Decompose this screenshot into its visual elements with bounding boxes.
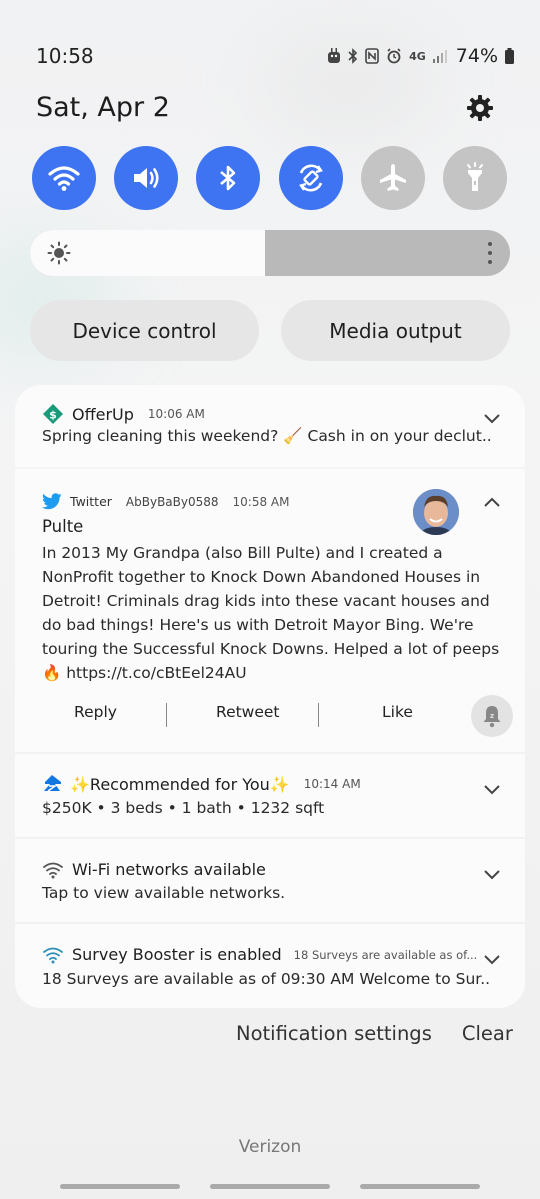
battery-percent: 74% <box>455 45 498 67</box>
notification-actions: Reply Retweet Like z <box>15 695 525 737</box>
clock: 10:58 <box>36 44 94 68</box>
notification-survey-booster[interactable]: Survey Booster is enabled 18 Surveys are… <box>15 924 525 1008</box>
notification-footer: Notification settings Clear <box>236 1022 513 1045</box>
notification-app-name: Twitter <box>70 494 112 509</box>
network-type: 4G <box>409 49 426 63</box>
reply-button[interactable]: Reply <box>74 703 117 721</box>
notification-app-name: Survey Booster is enabled <box>72 945 282 964</box>
zillow-icon <box>44 775 61 792</box>
collapse-chevron-icon[interactable] <box>483 497 501 509</box>
twitter-bird-icon <box>42 493 62 510</box>
avatar <box>413 489 459 535</box>
carrier-label: Verizon <box>238 1137 302 1157</box>
navigation-bar <box>0 1184 540 1192</box>
notification-time: 10:58 AM <box>232 494 290 509</box>
nav-handle[interactable] <box>60 1184 180 1189</box>
notification-twitter[interactable]: Twitter AbByBaBy0588 10:58 AM Pulte In 2… <box>15 469 525 752</box>
expand-chevron-icon[interactable] <box>483 412 501 424</box>
status-bar: 10:58 4G 74% <box>36 40 514 72</box>
media-output-button[interactable]: Media output <box>281 300 510 361</box>
svg-text:$: $ <box>49 409 57 422</box>
wifi-icon <box>48 166 80 191</box>
airplane-icon <box>379 164 406 191</box>
divider <box>318 703 319 727</box>
expand-chevron-icon[interactable] <box>483 868 501 880</box>
offerup-icon: $ <box>43 404 63 424</box>
notification-time: 10:14 AM <box>303 777 361 791</box>
auto-rotate-toggle[interactable] <box>278 146 343 210</box>
battery-icon <box>505 48 514 64</box>
nav-handle[interactable] <box>210 1184 330 1189</box>
svg-text:z: z <box>490 712 494 720</box>
notification-app-name: ✨Recommended for You✨ <box>70 774 290 794</box>
notification-text: $250K • 3 beds • 1 bath • 1232 sqft <box>42 799 325 817</box>
notification-text: In 2013 My Grandpa (also Bill Pulte) and… <box>42 544 500 682</box>
retweet-button[interactable]: Retweet <box>216 703 280 721</box>
notification-text: 18 Surveys are available as of 09:30 AM … <box>42 970 491 988</box>
notification-header: ✨Recommended for You✨ 10:14 AM <box>42 774 361 794</box>
flashlight-icon <box>466 162 483 191</box>
notification-header: Survey Booster is enabled 18 Surveys are… <box>42 945 477 964</box>
snooze-bell-button[interactable]: z <box>471 695 513 737</box>
brightness-more-icon[interactable] <box>488 242 492 264</box>
twitter-account: AbByBaBy0588 <box>125 494 219 509</box>
speaker-icon <box>134 168 159 188</box>
notification-header: Twitter AbByBaBy0588 10:58 AM <box>42 493 290 510</box>
bluetooth-status-icon <box>348 48 358 64</box>
notification-header: $ OfferUp 10:06 AM <box>42 403 205 425</box>
flashlight-toggle[interactable] <box>442 146 507 210</box>
nfc-icon <box>365 48 379 64</box>
notification-offerup[interactable]: $ OfferUp 10:06 AM Spring cleaning this … <box>15 385 525 467</box>
notification-subtext: 18 Surveys are available as of... <box>293 947 478 962</box>
date-label: Sat, Apr 2 <box>36 92 170 123</box>
alarm-icon <box>386 48 402 64</box>
bell-icon: z <box>483 706 501 728</box>
android-icon <box>327 48 341 64</box>
airplane-mode-toggle[interactable] <box>360 146 425 210</box>
notification-time: 10:06 AM <box>147 407 205 421</box>
wifi-icon <box>43 862 63 878</box>
clear-button[interactable]: Clear <box>462 1022 513 1045</box>
bluetooth-icon <box>220 165 236 191</box>
wifi-signal-icon <box>43 947 63 963</box>
auto-rotate-icon <box>298 164 323 192</box>
control-pills: Device control Media output <box>30 300 510 361</box>
brightness-sun-icon <box>47 241 71 265</box>
notification-app-name: Wi-Fi networks available <box>72 860 266 879</box>
notification-settings-link[interactable]: Notification settings <box>236 1022 432 1045</box>
notification-text: Tap to view available networks. <box>42 884 286 902</box>
notification-title: Pulte <box>42 517 84 536</box>
bluetooth-toggle[interactable] <box>196 146 261 210</box>
notification-app-name: OfferUp <box>72 404 134 424</box>
notification-text: Spring cleaning this weekend? 🧹 Cash in … <box>42 427 492 445</box>
sound-toggle[interactable] <box>114 146 179 210</box>
expand-chevron-icon[interactable] <box>483 783 501 795</box>
expand-chevron-icon[interactable] <box>483 953 501 965</box>
signal-icon <box>432 49 447 63</box>
quick-settings-row <box>32 146 507 210</box>
status-icons: 4G 74% <box>327 45 514 67</box>
nav-handle[interactable] <box>360 1184 480 1189</box>
notification-header: Wi-Fi networks available <box>42 860 266 879</box>
notification-wifi[interactable]: Wi-Fi networks available Tap to view ava… <box>15 839 525 922</box>
brightness-slider[interactable] <box>30 230 510 276</box>
wifi-toggle[interactable] <box>32 146 96 210</box>
device-control-button[interactable]: Device control <box>30 300 259 361</box>
divider <box>166 703 167 727</box>
notification-zillow[interactable]: ✨Recommended for You✨ 10:14 AM $250K • 3… <box>15 754 525 837</box>
like-button[interactable]: Like <box>382 703 413 721</box>
settings-gear-icon[interactable] <box>466 94 494 122</box>
